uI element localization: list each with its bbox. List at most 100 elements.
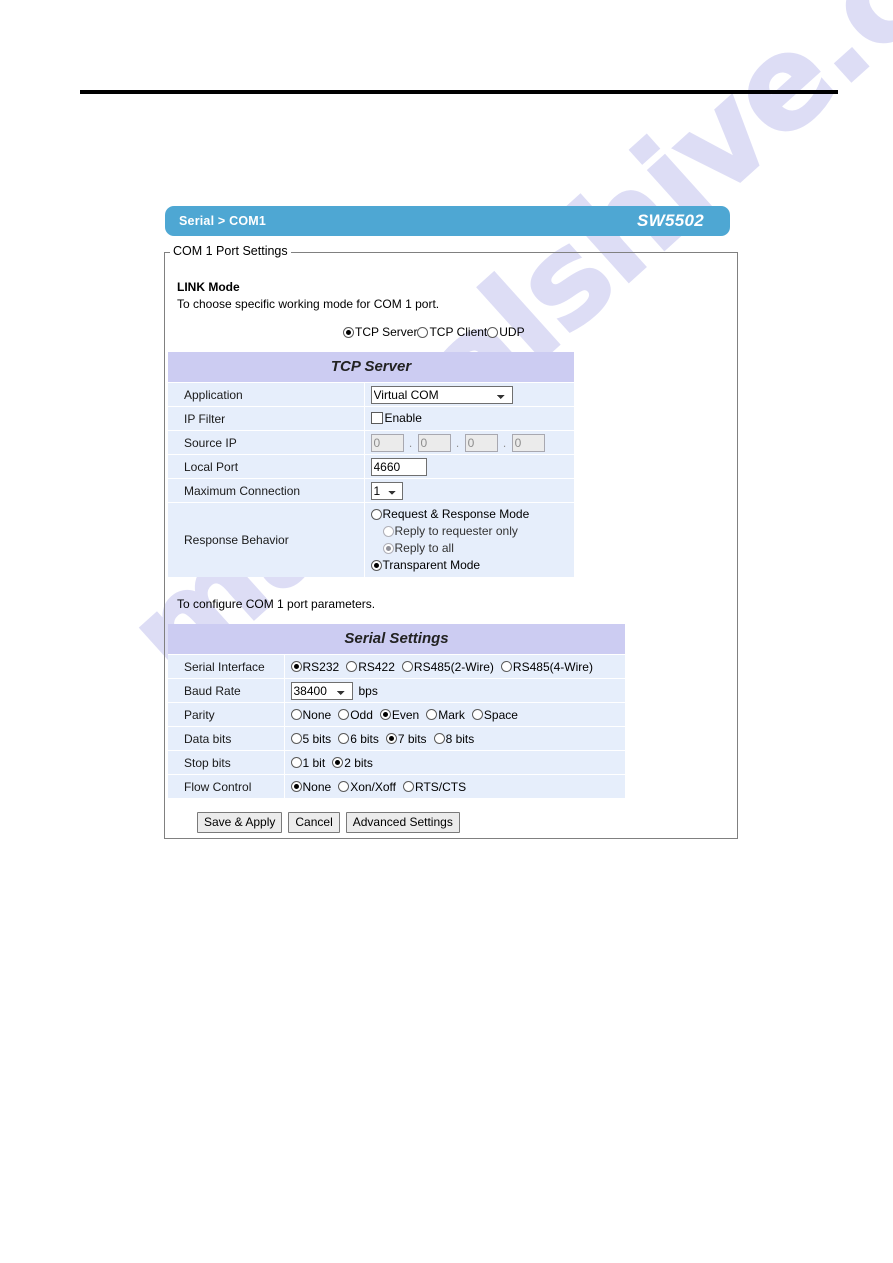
stop-bits-option-1[interactable]: 1 bit <box>290 755 326 770</box>
table-row: Stop bits 1 bit 2 bits <box>168 750 626 775</box>
maximum-connection-cell: 1 <box>364 478 575 503</box>
serial-interface-option-rs232[interactable]: RS232 <box>290 659 340 674</box>
source-ip-octet-2[interactable] <box>417 433 451 452</box>
form-button-bar: Save & Apply Cancel Advanced Settings <box>197 812 460 833</box>
serial-com1-settings-page: Serial > COM1 SW5502 COM 1 Port Settings… <box>0 0 893 1263</box>
response-option-request-response-mode[interactable]: Request & Response Mode <box>370 506 575 523</box>
serial-interface-radio-group: RS232 RS422 RS485(2-Wire) RS485(4-Wire) <box>290 659 626 674</box>
ip-separator: . <box>455 435 460 450</box>
radio-icon[interactable] <box>401 661 413 672</box>
radio-icon[interactable] <box>500 661 512 672</box>
radio-icon[interactable] <box>290 781 302 792</box>
radio-icon[interactable] <box>338 709 350 720</box>
data-bits-cell: 5 bits 6 bits 7 bits 8 bits <box>284 726 626 751</box>
radio-icon[interactable] <box>338 781 350 792</box>
parity-option-even[interactable]: Even <box>379 708 419 722</box>
serial-interface-label: Serial Interface <box>168 654 285 679</box>
flow-control-option-rts-cts[interactable]: RTS/CTS <box>403 780 466 794</box>
source-ip-octet-1[interactable] <box>370 433 404 452</box>
radio-icon[interactable] <box>332 757 344 768</box>
option-label: Odd <box>350 707 373 722</box>
table-row: Data bits 5 bits 6 bits 7 bits 8 bits <box>168 726 626 751</box>
option-label: 1 bit <box>302 755 326 770</box>
parity-cell: None Odd Even Mark Space <box>284 702 626 727</box>
link-mode-option-tcp-server[interactable]: TCP Server <box>343 325 417 339</box>
maximum-connection-select[interactable]: 1 <box>370 481 403 500</box>
radio-icon[interactable] <box>426 709 438 720</box>
radio-icon[interactable] <box>370 509 382 520</box>
radio-icon[interactable] <box>382 526 394 537</box>
data-bits-option-5[interactable]: 5 bits <box>290 732 331 746</box>
table-row: Baud Rate 38400 bps <box>168 678 626 703</box>
link-mode-option-tcp-client[interactable]: TCP Client <box>417 325 487 339</box>
table-row: Parity None Odd Even Mark Space <box>168 702 626 727</box>
parity-option-odd[interactable]: Odd <box>338 708 373 722</box>
radio-icon[interactable] <box>382 543 394 554</box>
link-mode-option-udp[interactable]: UDP <box>487 325 525 339</box>
option-label: None <box>302 779 332 794</box>
parity-option-none[interactable]: None <box>290 707 332 722</box>
radio-icon[interactable] <box>379 709 391 720</box>
application-select[interactable]: Virtual COM <box>370 385 513 404</box>
radio-icon[interactable] <box>385 733 397 744</box>
response-behavior-label: Response Behavior <box>168 502 365 577</box>
device-model-label: SW5502 <box>636 211 704 230</box>
ip-filter-enable-option[interactable]: Enable <box>370 411 422 425</box>
radio-icon[interactable] <box>290 661 302 672</box>
radio-icon[interactable] <box>338 733 350 744</box>
save-and-apply-button[interactable]: Save & Apply <box>197 812 283 833</box>
serial-interface-option-rs485-4wire[interactable]: RS485(4-Wire) <box>500 660 593 674</box>
radio-icon[interactable] <box>487 326 499 338</box>
data-bits-option-6[interactable]: 6 bits <box>338 732 379 746</box>
source-ip-octet-4[interactable] <box>511 433 545 452</box>
radio-icon[interactable] <box>346 661 358 672</box>
option-label: TCP Client <box>429 325 488 339</box>
radio-icon[interactable] <box>417 326 429 338</box>
radio-icon[interactable] <box>290 733 302 744</box>
data-bits-radio-group: 5 bits 6 bits 7 bits 8 bits <box>290 732 626 746</box>
local-port-input[interactable] <box>370 457 427 476</box>
tcp-server-table: TCP Server Application Virtual COM IP Fi… <box>168 352 575 577</box>
flow-control-option-xon-xoff[interactable]: Xon/Xoff <box>338 780 396 794</box>
radio-icon[interactable] <box>433 733 445 744</box>
response-behavior-cell: Request & Response Mode Reply to request… <box>364 502 575 577</box>
radio-icon[interactable] <box>290 757 302 768</box>
option-label: RTS/CTS <box>415 779 467 794</box>
response-option-reply-to-requester-only[interactable]: Reply to requester only <box>371 523 575 540</box>
option-label: RS232 <box>302 659 340 674</box>
radio-icon[interactable] <box>343 326 354 338</box>
option-label: Request & Response Mode <box>382 507 530 521</box>
option-label: 2 bits <box>344 755 373 770</box>
data-bits-option-7[interactable]: 7 bits <box>385 732 427 746</box>
option-label: None <box>302 707 332 722</box>
response-option-reply-to-all[interactable]: Reply to all <box>371 540 575 557</box>
cancel-button[interactable]: Cancel <box>288 812 340 833</box>
parity-option-mark[interactable]: Mark <box>426 708 465 722</box>
radio-icon[interactable] <box>471 709 483 720</box>
baud-rate-select[interactable]: 38400 <box>290 681 353 700</box>
radio-icon[interactable] <box>403 781 415 792</box>
option-label: Space <box>483 707 518 722</box>
baud-rate-unit: bps <box>358 683 378 698</box>
option-label: Reply to requester only <box>394 524 518 538</box>
advanced-settings-button[interactable]: Advanced Settings <box>345 812 460 833</box>
stop-bits-option-2[interactable]: 2 bits <box>332 756 373 770</box>
table-row: Flow Control None Xon/Xoff RTS/CTS <box>168 774 626 798</box>
ip-separator: . <box>408 435 413 450</box>
source-ip-octet-3[interactable] <box>464 433 498 452</box>
flow-control-label: Flow Control <box>168 774 285 798</box>
parity-option-space[interactable]: Space <box>471 707 518 722</box>
serial-interface-option-rs485-2wire[interactable]: RS485(2-Wire) <box>401 660 494 674</box>
option-label: Mark <box>438 707 465 722</box>
parity-label: Parity <box>168 702 285 727</box>
response-option-transparent-mode[interactable]: Transparent Mode <box>370 557 575 574</box>
table-row: Maximum Connection 1 <box>168 478 575 503</box>
radio-icon[interactable] <box>370 560 382 571</box>
breadcrumb: Serial > COM1 <box>179 214 267 228</box>
flow-control-option-none[interactable]: None <box>290 779 332 794</box>
data-bits-option-8[interactable]: 8 bits <box>433 732 474 746</box>
option-label: UDP <box>499 325 525 339</box>
checkbox-icon[interactable] <box>370 411 383 424</box>
radio-icon[interactable] <box>290 709 302 720</box>
serial-interface-option-rs422[interactable]: RS422 <box>346 660 395 674</box>
